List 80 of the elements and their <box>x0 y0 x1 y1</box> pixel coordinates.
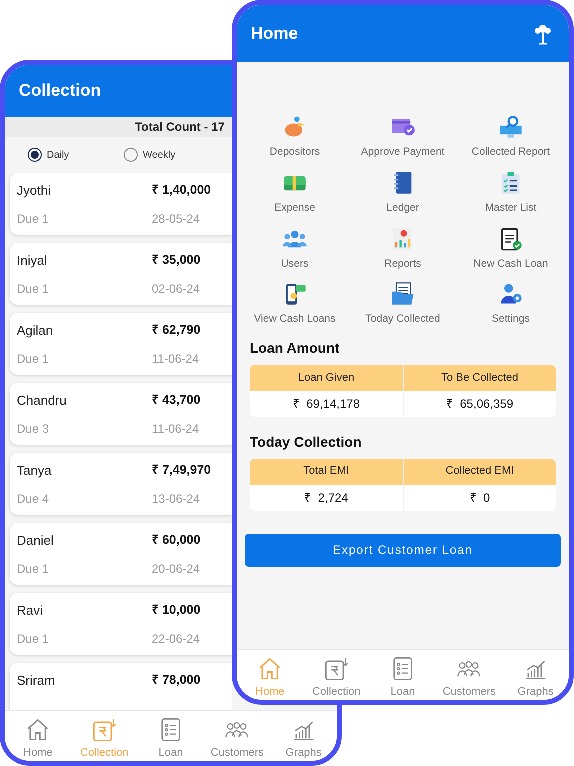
menu-item[interactable]: Ledger <box>349 170 457 216</box>
menu-item[interactable]: Master List <box>457 170 565 216</box>
menu-item[interactable]: Settings <box>457 281 565 328</box>
collection-card[interactable]: Jyothi ₹ 1,40,000 Due 1 28-05-24 <box>10 173 232 235</box>
due-count: Due 1 <box>17 210 50 228</box>
collection-card[interactable]: Daniel ₹ 60,000 Due 1 20-06-24 <box>10 523 232 585</box>
nav-tab[interactable]: Customers <box>436 650 503 700</box>
nav-tab[interactable]: Graphs <box>270 710 337 761</box>
section-heading: Today Collection <box>250 434 363 451</box>
customer-name: Agilan <box>17 322 54 340</box>
nav-tab[interactable]: Customers <box>204 710 271 761</box>
customer-name: Iniyal <box>17 252 48 270</box>
due-date: 11-06-24 <box>152 350 200 368</box>
due-date: 02-06-24 <box>152 280 202 298</box>
menu-item[interactable]: Collected Report <box>457 114 565 161</box>
column-header: Total EMI <box>250 458 403 485</box>
due-date: 20-06-24 <box>152 560 202 578</box>
column-header: To Be Collected <box>403 364 556 391</box>
collection-card[interactable]: Sriram ₹ 78,000 <box>10 663 232 710</box>
customer-name: Ravi <box>17 602 44 620</box>
radio-button[interactable] <box>124 148 138 162</box>
customer-name: Tanya <box>17 462 53 480</box>
customer-name: Jyothi <box>17 182 52 200</box>
rupee-download-icon <box>92 716 118 742</box>
nav-tab[interactable]: Loan <box>138 710 204 761</box>
customer-name: Chandru <box>17 392 68 410</box>
column-header: Collected EMI <box>403 458 556 485</box>
folder-document-icon <box>390 281 416 308</box>
collection-card[interactable]: Tanya ₹ 7,49,970 Due 4 13-06-24 <box>10 453 232 515</box>
amount: ₹ 62,790 <box>152 322 202 339</box>
due-count: Due 1 <box>17 630 50 648</box>
magnifier-monitor-icon <box>498 114 524 140</box>
collection-card[interactable]: Chandru ₹ 43,700 Due 3 11-06-24 <box>10 383 232 445</box>
radio-button[interactable] <box>28 148 42 162</box>
table-cell-text: ₹ 2,724 <box>304 490 350 507</box>
collection-card[interactable]: Ravi ₹ 10,000 Due 1 22-06-24 <box>10 593 232 655</box>
rupee-download-icon <box>324 656 350 682</box>
due-count: Due 1 <box>17 350 50 368</box>
nav-tab[interactable]: Graphs <box>502 650 569 700</box>
amount: ₹ 10,000 <box>152 602 202 619</box>
amount: ₹ 43,700 <box>152 392 202 409</box>
table-cell: ₹ 0 <box>403 484 556 511</box>
due-date: 22-06-24 <box>152 630 202 648</box>
menu-item[interactable]: View Cash Loans <box>241 281 349 328</box>
due-count: Due 4 <box>17 490 50 508</box>
due-count: Due 1 <box>17 560 50 578</box>
customer-name: Sriram <box>17 672 56 690</box>
menu-item[interactable]: Today Collected <box>349 281 457 328</box>
table-cell: ₹ 65,06,359 <box>403 390 556 417</box>
amount: ₹ 1,40,000 <box>152 182 212 199</box>
section-heading: Loan Amount <box>250 340 341 357</box>
customer-name: Daniel <box>17 532 55 550</box>
menu-item[interactable]: Approve Payment <box>349 114 457 161</box>
due-count: Due 1 <box>17 280 50 298</box>
screen-title: Home <box>251 22 298 45</box>
column-header: Loan Given <box>250 364 403 391</box>
radio-label: Daily <box>47 148 70 162</box>
due-date: 11-06-24 <box>152 420 200 438</box>
due-date: 13-06-24 <box>152 490 202 508</box>
menu-item[interactable]: Reports <box>349 226 457 272</box>
collection-card[interactable]: Agilan ₹ 62,790 Due 1 11-06-24 <box>10 313 232 375</box>
total-count: Total Count - 17 <box>135 119 225 136</box>
menu-item[interactable]: Expense <box>241 170 349 216</box>
amount: ₹ 60,000 <box>152 532 202 549</box>
amount: ₹ 78,000 <box>152 672 202 689</box>
screen-title: Collection <box>19 80 102 102</box>
due-count: Due 3 <box>17 420 50 438</box>
nav-tab[interactable]: Home <box>5 710 72 761</box>
menu-item[interactable]: Depositors <box>241 114 349 161</box>
radio-label: Weekly <box>143 148 176 162</box>
amount: ₹ 35,000 <box>152 252 202 269</box>
collection-card[interactable]: Iniyal ₹ 35,000 Due 1 02-06-24 <box>10 243 232 305</box>
due-date: 28-05-24 <box>152 210 202 228</box>
table-cell-text: ₹ 69,14,178 <box>292 396 362 413</box>
export-button[interactable]: Export Customer Loan <box>245 534 561 567</box>
menu-item[interactable]: Users <box>241 226 349 272</box>
nav-tab[interactable]: Loan <box>370 650 436 700</box>
amount: ₹ 7,49,970 <box>152 462 212 479</box>
nav-tab[interactable]: Collection <box>303 650 370 700</box>
menu-item[interactable]: New Cash Loan <box>457 226 565 272</box>
